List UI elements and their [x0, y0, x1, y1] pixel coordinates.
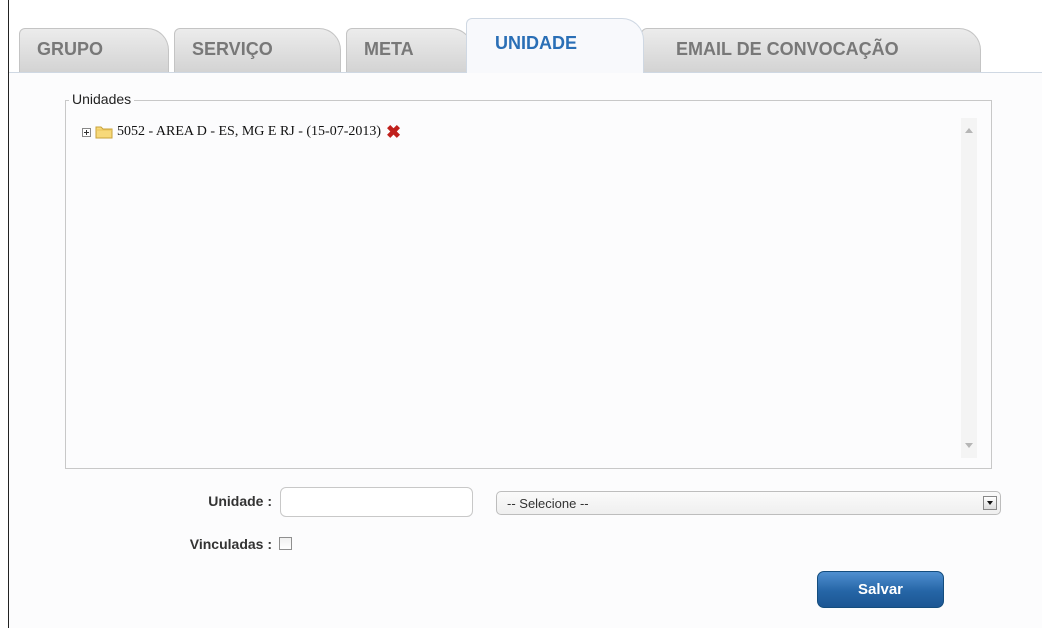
- scroll-up-arrow-icon[interactable]: [965, 128, 973, 133]
- unidades-legend: Unidades: [69, 91, 135, 107]
- unidade-label: Unidade :: [208, 493, 272, 509]
- tab-unidade[interactable]: UNIDADE: [466, 18, 644, 73]
- dropdown-arrow-icon[interactable]: [983, 496, 997, 510]
- tab-servico[interactable]: SERVIÇO: [174, 28, 341, 72]
- tab-unidade-label: UNIDADE: [495, 33, 578, 53]
- tab-email-de-convocacao-label: EMAIL DE CONVOCAÇÃO: [676, 39, 899, 59]
- tab-bar: GRUPO SERVIÇO META UNIDADE EMAIL DE CONV…: [9, 0, 1042, 73]
- scroll-down-arrow-icon[interactable]: [965, 443, 973, 448]
- tree-scrollbar[interactable]: [961, 118, 977, 458]
- unidades-fieldset: [65, 100, 992, 469]
- unidade-input[interactable]: [280, 487, 473, 517]
- tree-item[interactable]: 5052 - AREA D - ES, MG E RJ - (15-07-201…: [82, 122, 401, 142]
- tab-meta-label: META: [364, 39, 414, 59]
- tab-grupo-label: GRUPO: [37, 39, 104, 59]
- folder-icon: [95, 126, 113, 139]
- vinculadas-label: Vinculadas :: [189, 536, 272, 552]
- tree-item-label: 5052 - AREA D - ES, MG E RJ - (15-07-201…: [117, 124, 382, 139]
- expand-icon[interactable]: [82, 127, 91, 137]
- vinculadas-checkbox[interactable]: [279, 537, 292, 550]
- tab-servico-label: SERVIÇO: [192, 39, 273, 59]
- delete-x-icon[interactable]: ✖: [386, 123, 401, 141]
- tab-email-de-convocacao[interactable]: EMAIL DE CONVOCAÇÃO: [641, 28, 981, 72]
- unidade-select-value: -- Selecione --: [507, 496, 589, 511]
- save-button[interactable]: Salvar: [817, 571, 944, 608]
- tab-meta[interactable]: META: [346, 28, 473, 72]
- tab-grupo[interactable]: GRUPO: [19, 28, 169, 72]
- unidade-select[interactable]: -- Selecione --: [496, 491, 1001, 515]
